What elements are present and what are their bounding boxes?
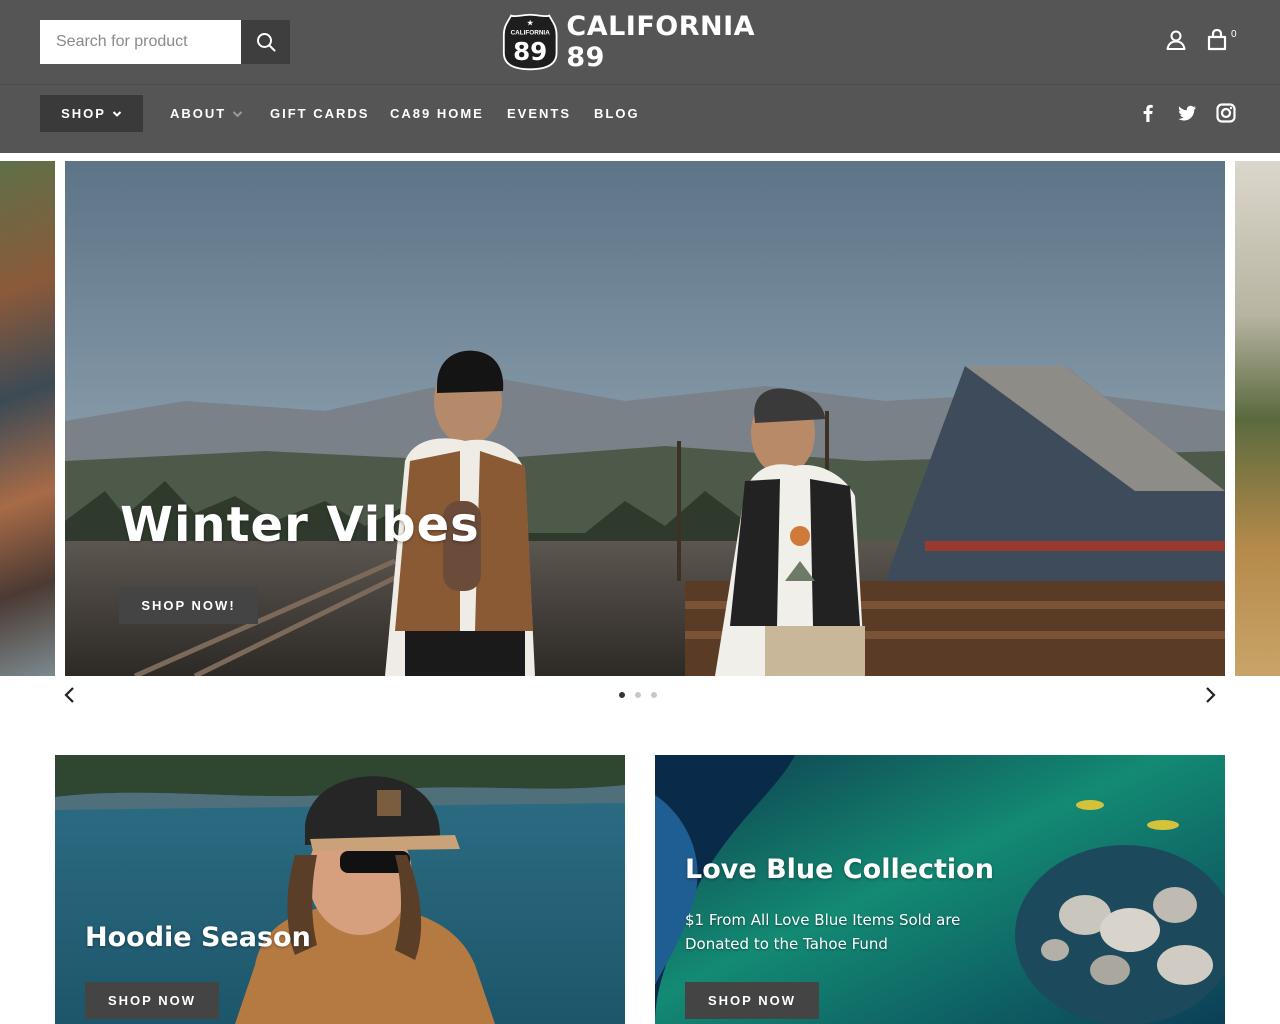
nav-item-label: ABOUT (170, 106, 227, 121)
search-form (40, 20, 290, 64)
nav-item-label: GIFT CARDS (270, 106, 370, 121)
hero-shop-now-button[interactable]: SHOP NOW! (119, 587, 258, 624)
search-button[interactable] (241, 20, 290, 64)
search-input[interactable] (40, 20, 241, 64)
carousel-dot-1[interactable] (619, 692, 625, 698)
nav-item-label: CA89 HOME (390, 106, 484, 121)
promo-shop-now-button[interactable]: SHOP NOW (85, 982, 219, 1019)
promo-tile-hoodie-season[interactable]: Hoodie Season SHOP NOW (55, 755, 625, 1024)
chevron-down-icon (233, 110, 243, 117)
logo-badge-number: 89 (513, 37, 547, 66)
hero-slide: Winter Vibes SHOP NOW! (65, 161, 1225, 676)
chevron-down-icon (112, 110, 122, 117)
nav-item-ca89-home[interactable]: CA89 HOME (390, 95, 484, 132)
twitter-icon[interactable] (1176, 102, 1198, 124)
cart-count-badge: 0 (1231, 29, 1237, 40)
svg-text:★: ★ (527, 18, 534, 28)
main-nav: SHOP ABOUT GIFT CARDS CA89 HOME EVENTS B… (0, 84, 1280, 153)
nav-item-events[interactable]: EVENTS (507, 95, 571, 132)
nav-item-blog[interactable]: BLOG (594, 95, 640, 132)
logo-badge-top: CALIFORNIA (511, 30, 551, 37)
nav-item-about[interactable]: ABOUT (170, 95, 243, 132)
nav-item-gift-cards[interactable]: GIFT CARDS (270, 95, 369, 132)
promo-shop-now-button[interactable]: SHOP NOW (685, 982, 819, 1019)
instagram-icon[interactable] (1215, 102, 1237, 124)
promo-title: Hoodie Season (85, 922, 311, 953)
next-slide-peek (1235, 161, 1280, 676)
highway-shield-logo: ★ CALIFORNIA 89 (502, 13, 558, 71)
hero-title: Winter Vibes (120, 497, 480, 553)
carousel-prev-arrow-icon[interactable] (60, 684, 80, 706)
account-icon[interactable] (1164, 28, 1188, 52)
carousel-dot-2[interactable] (635, 692, 641, 698)
site-logo[interactable]: ★ CALIFORNIA 89 CALIFORNIA 89 (502, 10, 782, 74)
carousel-next-arrow-icon[interactable] (1200, 684, 1220, 706)
promo-subtitle: $1 From All Love Blue Items Sold are Don… (685, 911, 961, 953)
facebook-icon[interactable] (1137, 102, 1159, 124)
nav-item-shop[interactable]: SHOP (40, 95, 143, 132)
promo-title: Love Blue Collection (685, 854, 994, 885)
carousel-dots (619, 692, 657, 698)
nav-item-label: EVENTS (507, 106, 572, 121)
promo-tile-love-blue[interactable]: Love Blue Collection $1 From All Love Bl… (655, 755, 1225, 1024)
search-icon (256, 33, 275, 52)
previous-slide-peek (0, 161, 55, 676)
logo-text: CALIFORNIA 89 (566, 11, 756, 73)
cart-icon[interactable] (1204, 27, 1230, 53)
nav-item-label: BLOG (594, 106, 640, 121)
carousel-dot-3[interactable] (651, 692, 657, 698)
nav-item-label: SHOP (61, 106, 106, 121)
header-bar: ★ CALIFORNIA 89 CALIFORNIA 89 0 (0, 0, 1280, 84)
